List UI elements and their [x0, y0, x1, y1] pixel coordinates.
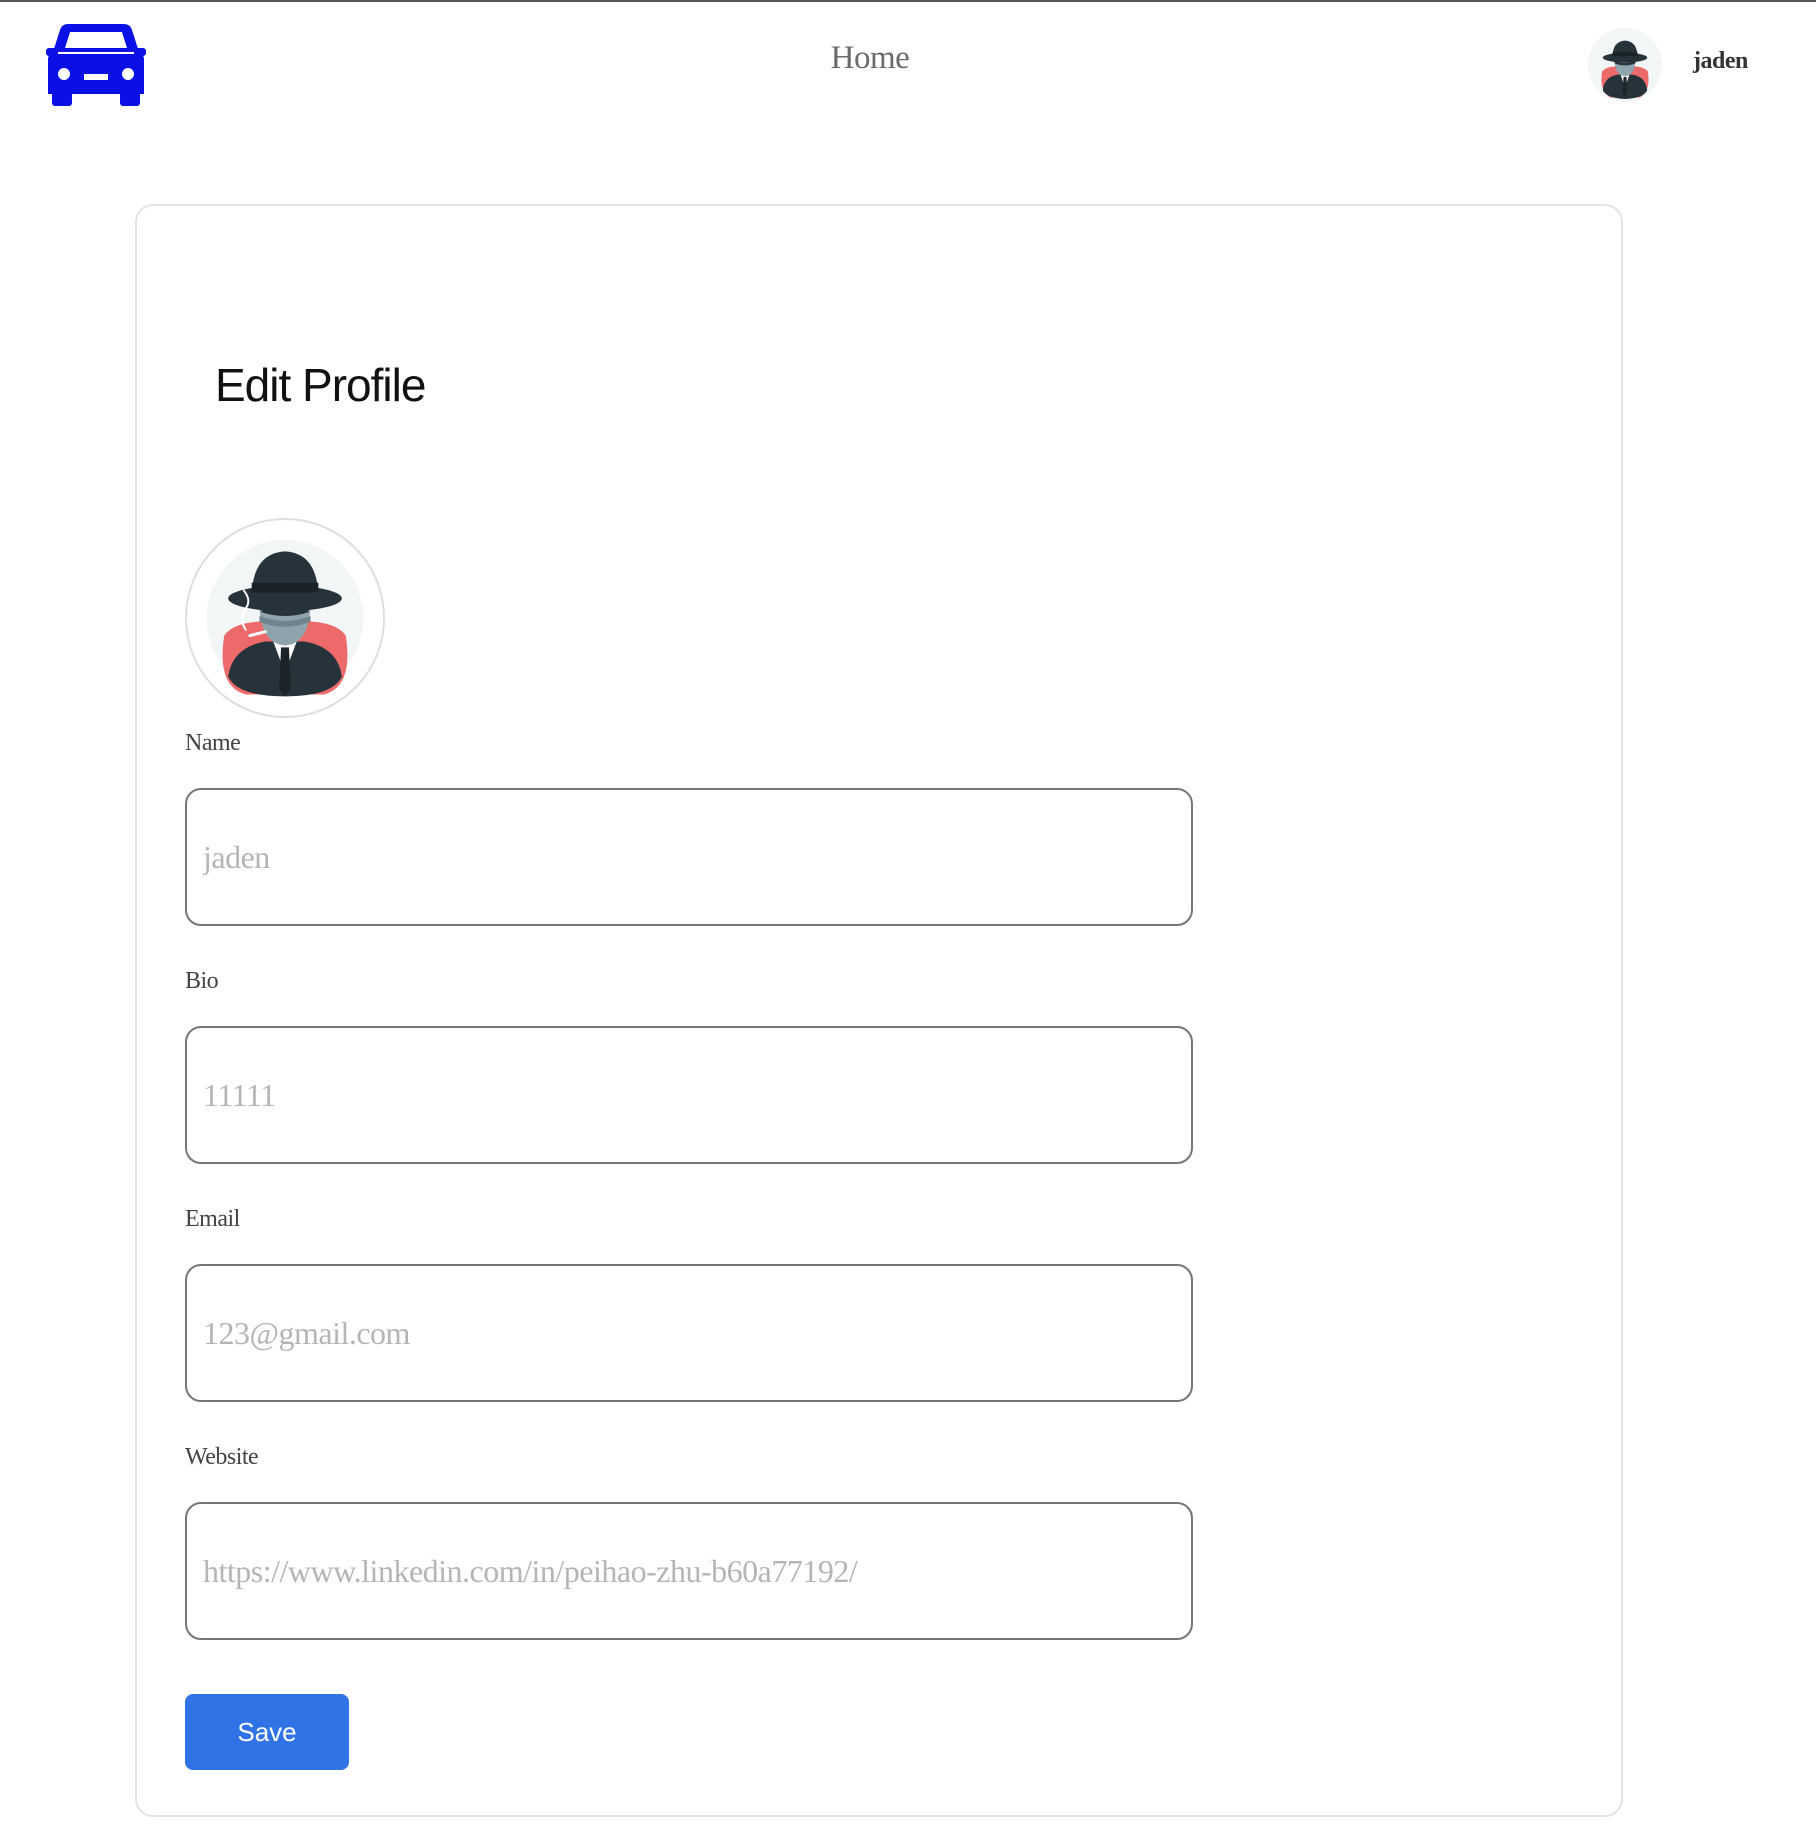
- save-button[interactable]: Save: [185, 1694, 349, 1770]
- email-label: Email: [185, 1206, 240, 1232]
- email-field[interactable]: [185, 1264, 1193, 1402]
- detective-avatar-icon: [187, 539, 383, 716]
- bio-field[interactable]: [185, 1026, 1193, 1164]
- car-logo-icon[interactable]: [46, 20, 146, 106]
- name-label: Name: [185, 730, 241, 756]
- bio-label: Bio: [185, 968, 219, 994]
- page-title: Edit Profile: [215, 359, 426, 411]
- name-field[interactable]: [185, 788, 1193, 926]
- website-label: Website: [185, 1444, 259, 1470]
- user-name: jaden: [1693, 48, 1748, 74]
- profile-photo-upload[interactable]: [185, 518, 385, 718]
- top-navbar: Home jaden: [0, 2, 1816, 122]
- edit-profile-card: Edit Profile Name Bio Email Web: [135, 204, 1623, 1817]
- nav-home-link[interactable]: Home: [780, 40, 960, 77]
- user-menu[interactable]: jaden: [1588, 28, 1788, 104]
- website-field[interactable]: [185, 1502, 1193, 1640]
- detective-avatar-icon: [1588, 28, 1662, 102]
